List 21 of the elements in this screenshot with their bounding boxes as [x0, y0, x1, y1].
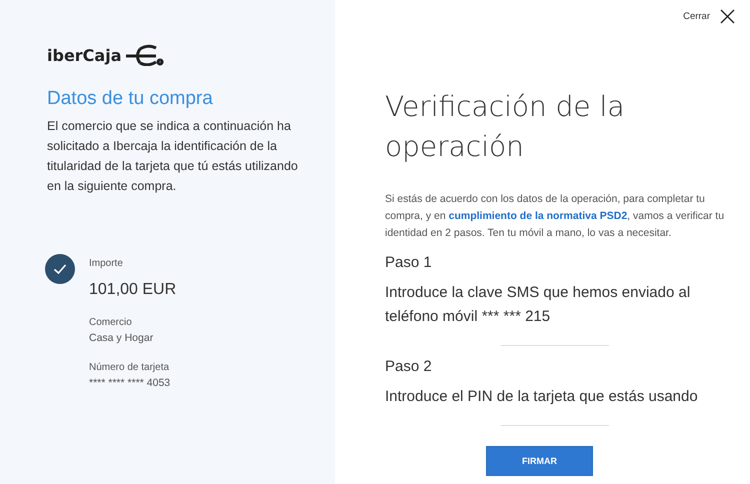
close-button[interactable]: Cerrar [683, 11, 710, 22]
field-label: Número de tarjeta [89, 362, 170, 373]
regulation-link[interactable]: cumplimiento de la normativa PSD2 [448, 210, 628, 222]
section-title: Datos de tu compra [47, 88, 214, 110]
field-label: Comercio [89, 317, 133, 328]
logo-text: iberCaja [47, 46, 122, 64]
field-value: 101,00 EUR [89, 281, 176, 299]
field-value: Casa y Hogar [89, 332, 154, 344]
step-title: Paso 2 [385, 358, 432, 375]
step-title: Paso 1 [385, 254, 432, 271]
intro-text: Si estás de acuerdo con los datos de la operación, para completar tu compra, y en cumplimiento de la normativa PSD2, vamos a verificar tu identidad en 2 pasos. Ten tu móvil a mano, lo vas a necesitar. [385, 192, 725, 241]
sign-button[interactable]: FIRMAR [486, 446, 593, 476]
description-text: El comercio que se indica a continuación ha solicitado a Ibercaja la identificación de la titularidad de la tarjeta que tú estás utilizando en la siguiente compra. [47, 118, 299, 195]
step-text: Introduce el PIN de la tarjeta que estás usando [385, 387, 699, 407]
logo-icon [126, 44, 164, 66]
step-text: Introduce la clave SMS que hemos enviado al teléfono móvil *** *** 215 [385, 283, 692, 327]
close-icon[interactable] [720, 9, 735, 24]
page-title: Verificación de la operación [385, 89, 626, 165]
check-icon [45, 254, 75, 284]
field-value: **** **** **** 4053 [89, 377, 172, 389]
field-label: Importe [89, 258, 124, 269]
